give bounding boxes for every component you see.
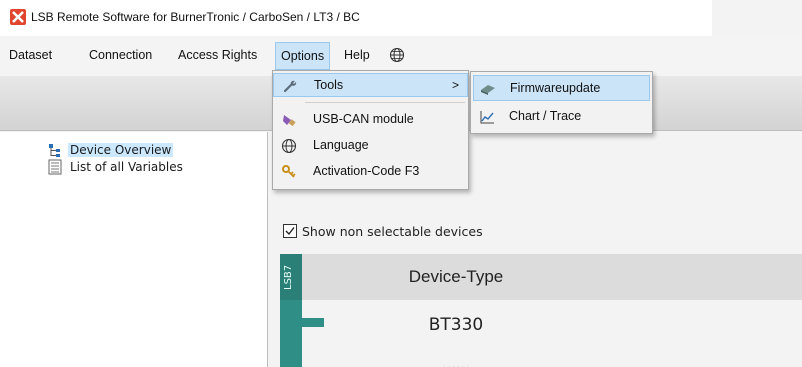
device-bus-label: LSB7 bbox=[283, 264, 294, 290]
menu-item-firmwareupdate[interactable]: Firmwareupdate bbox=[473, 75, 650, 101]
menu-item-usb-can-module[interactable]: USB-CAN module bbox=[273, 108, 468, 132]
menu-item-label: USB-CAN module bbox=[313, 112, 414, 126]
tree-item-label: Device Overview bbox=[68, 142, 174, 157]
list-icon bbox=[47, 159, 63, 175]
show-non-selectable-checkbox[interactable] bbox=[283, 224, 297, 238]
show-non-selectable-devices-option[interactable]: Show non selectable devices bbox=[283, 222, 483, 240]
menu-connection[interactable]: Connection bbox=[89, 48, 152, 62]
key-icon bbox=[282, 165, 296, 178]
window-title: LSB Remote Software for BurnerTronic / C… bbox=[31, 10, 360, 24]
device-type-column-header: Device-Type bbox=[408, 267, 504, 286]
menu-item-language[interactable]: Language bbox=[273, 134, 468, 158]
show-non-selectable-label: Show non selectable devices bbox=[302, 223, 483, 239]
firmware-icon bbox=[481, 85, 495, 95]
menu-separator bbox=[305, 102, 465, 103]
menu-item-label: Activation-Code F3 bbox=[313, 164, 420, 178]
menu-dataset[interactable]: Dataset bbox=[9, 48, 52, 62]
submenu-arrow-icon: > bbox=[451, 78, 459, 92]
title-bar-right bbox=[712, 0, 802, 36]
menu-item-activation-code[interactable]: Activation-Code F3 bbox=[273, 160, 468, 184]
menu-item-label: Chart / Trace bbox=[509, 109, 582, 123]
menu-access-rights[interactable]: Access Rights bbox=[178, 48, 257, 62]
menu-item-label: Tools bbox=[314, 78, 344, 92]
menu-item-label: Language bbox=[313, 138, 369, 152]
menu-item-label: Firmwareupdate bbox=[510, 81, 601, 95]
tree-item-device-overview[interactable]: Device Overview bbox=[47, 141, 174, 158]
globe-icon bbox=[281, 138, 297, 154]
language-globe-icon[interactable] bbox=[389, 47, 405, 63]
tree-icon bbox=[47, 142, 63, 158]
menu-item-tools[interactable]: Tools > bbox=[273, 73, 468, 97]
menu-item-chart-trace[interactable]: Chart / Trace bbox=[473, 104, 650, 130]
options-dropdown-menu: Tools > USB-CAN module Language Activati… bbox=[272, 70, 469, 190]
menu-options[interactable]: Options bbox=[275, 42, 331, 70]
tree-item-label: List of all Variables bbox=[70, 159, 183, 174]
chart-icon bbox=[480, 111, 494, 124]
app-logo-icon bbox=[10, 9, 26, 25]
usb-can-icon bbox=[283, 115, 296, 127]
device-next-value: …… bbox=[442, 355, 470, 367]
menu-help[interactable]: Help bbox=[344, 48, 370, 62]
title-bar: LSB Remote Software for BurnerTronic / C… bbox=[0, 0, 802, 36]
device-type-value[interactable]: BT330 bbox=[302, 315, 610, 335]
navigation-pane: Device Overview List of all Variables bbox=[0, 132, 268, 367]
tree-item-list-of-all-variables[interactable]: List of all Variables bbox=[47, 158, 185, 175]
wrench-icon bbox=[283, 80, 297, 93]
tools-submenu: Firmwareupdate Chart / Trace bbox=[470, 71, 653, 134]
